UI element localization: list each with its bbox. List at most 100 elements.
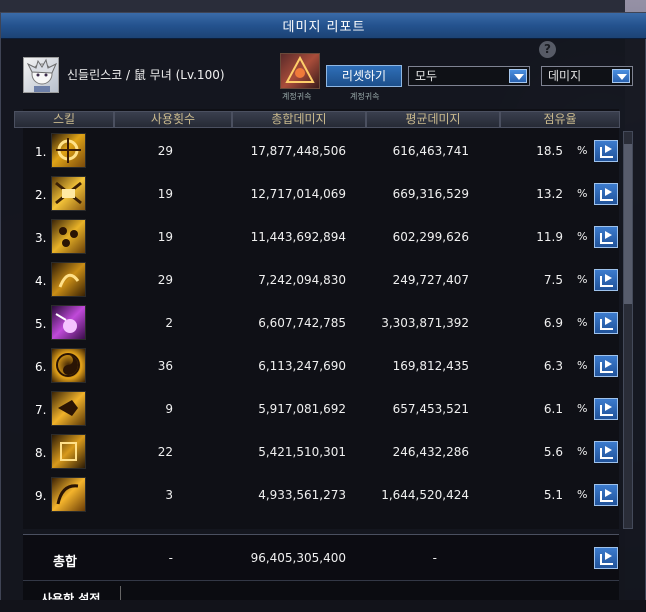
percent-sign: %	[577, 488, 588, 501]
row-uses: 2	[165, 316, 173, 330]
row-average-damage: 1,644,520,424	[381, 488, 469, 502]
share-button[interactable]	[594, 312, 618, 334]
percent-sign: %	[577, 144, 588, 157]
row-share: 11.9	[536, 230, 563, 244]
metric-select[interactable]: 데미지	[541, 66, 633, 86]
class-icon-label: 계정귀속	[282, 92, 312, 101]
table-row[interactable]: 5. 2 6,607,742,785 3,303,871,392 6.9 %	[23, 301, 619, 344]
window-titlebar[interactable]: 데미지 리포트	[1, 13, 646, 39]
filter-select[interactable]: 모두	[408, 66, 530, 86]
character-name: 신들린스코 / 鼠 무녀 (Lv.100)	[67, 68, 225, 82]
skill-icon	[51, 305, 86, 340]
skill-icon	[51, 348, 86, 383]
row-uses: 19	[157, 187, 173, 201]
skill-icon	[51, 219, 86, 254]
skill-icon	[51, 391, 86, 426]
table-row[interactable]: 6. 36 6,113,247,690 169,812,435 6.3 %	[23, 344, 619, 387]
metric-select-value: 데미지	[548, 69, 582, 83]
table-scrollbar[interactable]	[623, 131, 633, 529]
table-row[interactable]: 3. 19 11,443,692,894 602,299,626 11.9 %	[23, 215, 619, 258]
row-average-damage: 3,303,871,392	[381, 316, 469, 330]
share-button[interactable]	[594, 398, 618, 420]
row-share: 6.3	[543, 359, 563, 373]
percent-sign: %	[577, 445, 588, 458]
percent-sign: %	[577, 402, 588, 415]
row-rank: 7.	[35, 403, 47, 417]
total-uses: -	[168, 551, 173, 565]
table-row[interactable]: 4. 29 7,242,094,830 249,727,407 7.5 %	[23, 258, 619, 301]
share-button[interactable]	[594, 269, 618, 291]
row-average-damage: 246,432,286	[392, 445, 469, 459]
row-share: 6.9	[543, 316, 563, 330]
share-button[interactable]	[594, 226, 618, 248]
reset-sub-label: 계정귀속	[350, 92, 380, 101]
row-uses: 9	[165, 402, 173, 416]
row-uses: 19	[157, 230, 173, 244]
share-button[interactable]	[594, 140, 618, 162]
percent-sign: %	[577, 187, 588, 200]
row-rank: 2.	[35, 188, 47, 202]
scrollbar-thumb[interactable]	[624, 144, 632, 304]
table-row[interactable]: 8. 22 5,421,510,301 246,432,286 5.6 %	[23, 430, 619, 473]
report-header: 신들린스코 / 鼠 무녀 (Lv.100) 계정귀속 리셋하기 계정귀속 모두 …	[1, 53, 646, 101]
share-button[interactable]	[594, 484, 618, 506]
reset-button[interactable]: 리셋하기	[326, 65, 402, 87]
table-row[interactable]: 1. 29 17,877,448,506 616,463,741 18.5 %	[23, 129, 619, 172]
row-share: 13.2	[536, 187, 563, 201]
row-average-damage: 657,453,521	[392, 402, 469, 416]
skill-icon	[51, 477, 86, 512]
row-rank: 9.	[35, 489, 47, 503]
share-button[interactable]	[594, 547, 618, 569]
row-average-damage: 669,316,529	[392, 187, 469, 201]
total-damage: 96,405,305,400	[250, 551, 346, 565]
row-uses: 29	[157, 144, 173, 158]
column-header-share[interactable]: 점유율	[500, 111, 620, 128]
row-rank: 3.	[35, 231, 47, 245]
share-button[interactable]	[594, 441, 618, 463]
row-share: 7.5	[543, 273, 563, 287]
row-total-damage: 6,607,742,785	[258, 316, 346, 330]
row-rank: 5.	[35, 317, 47, 331]
column-header-total[interactable]: 총합데미지	[232, 111, 366, 128]
column-header-uses[interactable]: 사용횟수	[114, 111, 232, 128]
row-total-damage: 5,421,510,301	[258, 445, 346, 459]
row-total-damage: 11,443,692,894	[250, 230, 346, 244]
row-rank: 6.	[35, 360, 47, 374]
skill-icon	[51, 262, 86, 297]
row-rank: 8.	[35, 446, 47, 460]
skill-icon	[51, 176, 86, 211]
row-share: 5.1	[543, 488, 563, 502]
table-row[interactable]: 9. 3 4,933,561,273 1,644,520,424 5.1 %	[23, 473, 619, 516]
row-average-damage: 249,727,407	[392, 273, 469, 287]
skill-icon	[51, 133, 86, 168]
row-total-damage: 6,113,247,690	[258, 359, 346, 373]
column-header-skill[interactable]: 스킬	[14, 111, 114, 128]
skill-icon	[51, 434, 86, 469]
total-row: 총합 - 96,405,305,400 -	[23, 534, 619, 580]
share-button[interactable]	[594, 355, 618, 377]
background-bottom	[0, 600, 646, 612]
damage-report-window: 데미지 리포트 ? 신들린스코 / 鼠 무녀 (Lv.100) 계정귀속 리셋하…	[0, 12, 646, 612]
row-share: 18.5	[536, 144, 563, 158]
row-average-damage: 169,812,435	[392, 359, 469, 373]
chevron-down-icon[interactable]	[612, 69, 630, 83]
row-total-damage: 4,933,561,273	[258, 488, 346, 502]
table-row[interactable]: 7. 9 5,917,081,692 657,453,521 6.1 %	[23, 387, 619, 430]
row-total-damage: 5,917,081,692	[258, 402, 346, 416]
total-label: 총합	[53, 555, 77, 570]
filter-select-value: 모두	[415, 69, 438, 83]
row-rank: 1.	[35, 145, 47, 159]
row-uses: 29	[157, 273, 173, 287]
window-title: 데미지 리포트	[282, 20, 366, 35]
class-icon	[280, 53, 320, 89]
table-row[interactable]: 2. 19 12,717,014,069 669,316,529 13.2 %	[23, 172, 619, 215]
row-total-damage: 7,242,094,830	[258, 273, 346, 287]
row-share: 6.1	[543, 402, 563, 416]
row-total-damage: 12,717,014,069	[250, 187, 346, 201]
share-button[interactable]	[594, 183, 618, 205]
column-header-average[interactable]: 평균데미지	[366, 111, 500, 128]
percent-sign: %	[577, 273, 588, 286]
chevron-down-icon[interactable]	[509, 69, 527, 83]
row-uses: 22	[157, 445, 173, 459]
percent-sign: %	[577, 359, 588, 372]
